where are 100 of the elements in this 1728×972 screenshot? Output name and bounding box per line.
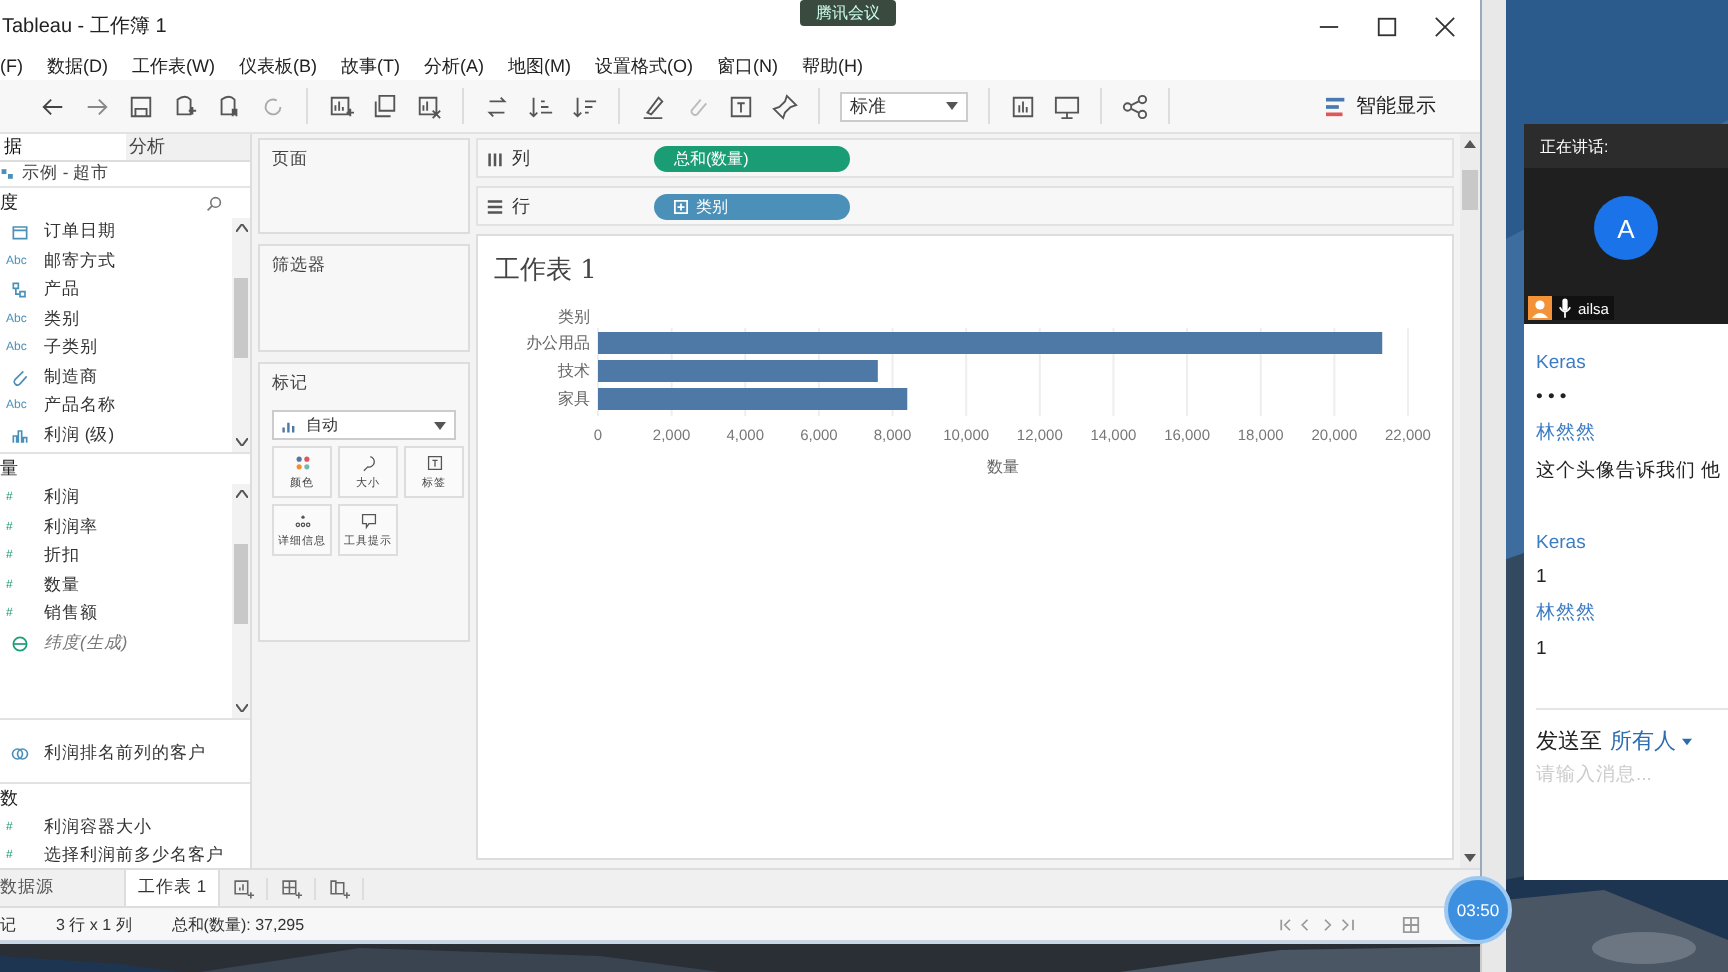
field-item[interactable]: 纬度(生成) xyxy=(44,631,128,656)
card-title: 标记 xyxy=(272,372,310,396)
clear-sheet-icon[interactable] xyxy=(416,93,442,119)
category-label: 技术 xyxy=(558,362,590,380)
histogram-icon xyxy=(10,425,30,446)
field-item[interactable]: 邮寄方式 xyxy=(44,249,116,274)
sheet-tab[interactable]: 工作表 1 xyxy=(126,870,221,906)
menu-item[interactable]: 数据(D) xyxy=(47,53,108,79)
scroll-up-icon[interactable] xyxy=(235,490,247,498)
scrollbar[interactable] xyxy=(1460,134,1480,868)
field-item[interactable]: 订单日期 xyxy=(44,220,116,245)
speech-bubble-icon xyxy=(359,512,377,530)
menu-item[interactable]: (F) xyxy=(0,56,23,76)
field-item[interactable]: 数量 xyxy=(44,573,80,598)
new-sheet-icon[interactable] xyxy=(328,93,354,119)
bar-chart-icon xyxy=(282,417,298,433)
caret-icon xyxy=(946,102,958,110)
field-item[interactable]: 子类别 xyxy=(44,336,98,361)
data-source-name[interactable]: 示例 - 超市 xyxy=(22,162,110,186)
add-datasource-icon[interactable] xyxy=(172,93,198,119)
field-item[interactable]: 利润率 xyxy=(44,515,98,540)
show-me-button[interactable]: 智能显示 xyxy=(1326,92,1480,120)
section-title: 量 xyxy=(0,456,18,482)
globe-icon xyxy=(10,633,30,654)
pen-icon[interactable] xyxy=(640,93,666,119)
app-tag: 腾讯会议 xyxy=(800,0,896,26)
text-box-icon xyxy=(425,454,443,472)
dots-icon xyxy=(293,512,311,530)
maximize-icon[interactable] xyxy=(1376,15,1398,37)
venn-icon xyxy=(10,744,30,765)
status-text: 3 行 x 1 列 xyxy=(56,913,132,935)
dots-icon xyxy=(293,454,311,472)
bar-chart-icon[interactable] xyxy=(1010,93,1036,119)
back-arrow-icon[interactable] xyxy=(40,93,66,119)
scrollbar[interactable] xyxy=(232,218,250,452)
section-title: 数 xyxy=(0,785,18,811)
field-pill[interactable]: 类别 xyxy=(654,193,850,219)
category-label: 家具 xyxy=(558,390,590,408)
card-title: 页面 xyxy=(272,148,310,172)
hierarchy-icon xyxy=(10,280,30,301)
scroll-up-icon[interactable] xyxy=(235,224,247,232)
axis-title: 数量 xyxy=(987,458,1019,476)
field-item[interactable]: 利润 xyxy=(44,486,80,511)
field-item[interactable]: 制造商 xyxy=(44,365,98,390)
menu-item[interactable]: 工作表(W) xyxy=(132,53,215,79)
scroll-thumb[interactable] xyxy=(234,544,248,624)
menu-item[interactable]: 设置格式(O) xyxy=(595,53,693,79)
axis-title: 类别 xyxy=(558,308,590,326)
menu-item[interactable]: 地图(M) xyxy=(508,53,571,79)
caret-icon xyxy=(434,421,446,429)
expand-icon[interactable] xyxy=(674,199,688,213)
status-text: 总和(数量): 37,295 xyxy=(171,913,305,935)
field-item[interactable]: 利润容器大小 xyxy=(44,815,152,840)
pause-icon[interactable] xyxy=(216,93,242,119)
field-item[interactable]: 产品 xyxy=(44,278,80,303)
field-item[interactable]: 类别 xyxy=(44,307,80,332)
search-icon[interactable] xyxy=(206,195,222,211)
scroll-down-icon[interactable] xyxy=(235,704,247,712)
sort-ascending-icon[interactable] xyxy=(528,93,554,119)
forward-arrow-icon[interactable] xyxy=(84,93,110,119)
swap-icon[interactable] xyxy=(484,93,510,119)
scroll-thumb[interactable] xyxy=(1462,170,1478,210)
field-item[interactable]: 销售额 xyxy=(44,602,98,627)
scroll-down-icon[interactable] xyxy=(235,438,247,446)
presentation-icon[interactable] xyxy=(1054,93,1080,119)
scrollbar[interactable] xyxy=(232,484,250,718)
view-size-dropdown[interactable]: 标准 xyxy=(840,91,968,121)
field-item[interactable]: 利润排名前列的客户 xyxy=(44,742,206,767)
columns-icon xyxy=(486,149,504,167)
section-title: 度 xyxy=(0,190,18,216)
field-item[interactable]: 利润 (级) xyxy=(44,423,115,448)
menu-item[interactable]: 分析(A) xyxy=(424,53,484,79)
menu-item[interactable]: 帮助(H) xyxy=(802,53,863,79)
rows-icon xyxy=(486,197,504,215)
paperclip-icon xyxy=(10,367,30,388)
share-icon[interactable] xyxy=(1122,93,1148,119)
grid-view-icon[interactable] xyxy=(1402,915,1420,933)
duplicate-icon[interactable] xyxy=(372,93,398,119)
pane-tab[interactable]: 分析 xyxy=(125,134,250,160)
scroll-thumb[interactable] xyxy=(234,278,248,358)
save-icon[interactable] xyxy=(128,93,154,119)
pin-icon[interactable] xyxy=(772,93,798,119)
field-item[interactable]: 选择利润前多少名客户 xyxy=(44,844,224,869)
menu-item[interactable]: 窗口(N) xyxy=(717,53,778,79)
close-icon[interactable] xyxy=(1434,15,1456,37)
window-title: Tableau - 工作簿 1 xyxy=(0,14,167,40)
menu-item[interactable]: 故事(T) xyxy=(341,53,400,79)
field-item[interactable]: 折扣 xyxy=(44,544,80,569)
sheet-title: 工作表 1 xyxy=(492,254,599,288)
field-item[interactable]: 产品名称 xyxy=(44,394,116,419)
lasso-icon xyxy=(359,454,377,472)
show-me-icon xyxy=(1326,95,1348,117)
scroll-up-icon[interactable] xyxy=(1464,140,1476,148)
menu-item[interactable]: 仪表板(B) xyxy=(239,53,317,79)
scroll-down-icon[interactable] xyxy=(1464,854,1476,862)
sort-descending-icon[interactable] xyxy=(572,93,598,119)
mark-type-dropdown[interactable]: 自动 xyxy=(272,410,456,440)
text-box-icon[interactable] xyxy=(728,93,754,119)
shelf-label: 行 xyxy=(512,193,530,219)
status-text: 记 xyxy=(0,913,16,935)
